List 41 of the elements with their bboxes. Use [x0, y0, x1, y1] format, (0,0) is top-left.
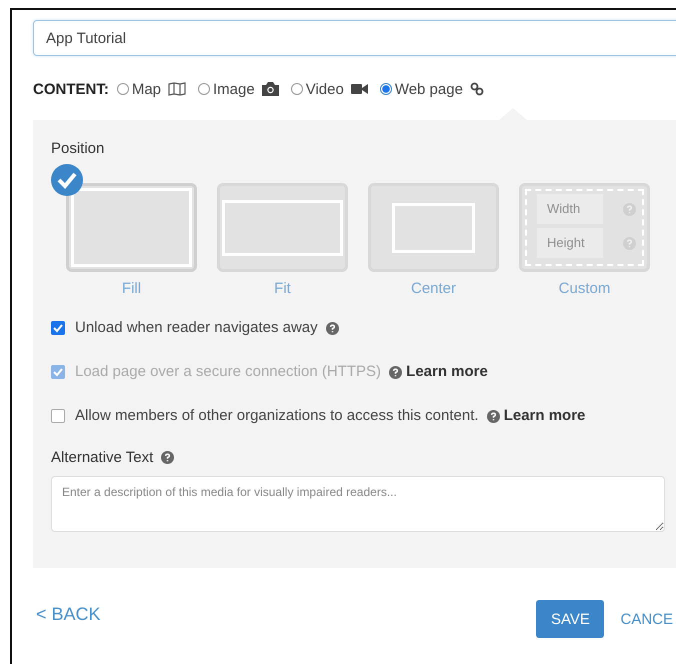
radio-button[interactable] [290, 83, 303, 95]
position-tile[interactable] [368, 183, 499, 272]
content-type-option[interactable]: Web page [380, 80, 484, 98]
selected-check-icon [50, 163, 84, 197]
position-tile[interactable]: Width Height [519, 183, 650, 272]
back-link[interactable]: < BACK [36, 604, 101, 624]
help-icon[interactable] [161, 451, 174, 464]
alt-text-label: Alternative Text [51, 449, 154, 466]
radio-button[interactable] [116, 83, 129, 95]
alt-text-field[interactable]: Enter a description of this media for visually impaired readers... [51, 476, 665, 532]
position-label-text[interactable]: Custom [558, 280, 610, 297]
radio-button[interactable] [198, 83, 210, 95]
map-icon [168, 82, 186, 96]
checkbox[interactable] [51, 321, 65, 335]
video-camera-icon [350, 83, 368, 95]
cancel-link[interactable]: CANCE [620, 610, 673, 628]
option-text: Load page over a secure connection (HTTPS) Learn more [75, 362, 489, 382]
link-icon [470, 82, 484, 96]
option-text: Unload when reader navigates away [75, 315, 595, 341]
radio-button[interactable] [380, 83, 392, 95]
position-label-text[interactable]: Fill [122, 280, 142, 297]
height-field[interactable]: Height [537, 228, 603, 258]
position-label: Position [51, 140, 106, 157]
help-icon[interactable] [486, 410, 500, 423]
position-label-text[interactable]: Center [410, 280, 456, 297]
help-icon[interactable] [326, 322, 339, 335]
title-field[interactable]: App Tutorial [33, 20, 676, 56]
checkbox[interactable] [51, 409, 65, 423]
camera-icon [262, 82, 279, 96]
position-tile[interactable] [66, 183, 197, 272]
content-type-option[interactable]: Map [116, 80, 186, 98]
help-icon[interactable] [389, 366, 402, 379]
learn-more-link[interactable]: Learn more [504, 407, 586, 424]
position-tile[interactable] [217, 183, 348, 272]
save-button[interactable]: SAVE [536, 600, 604, 638]
width-field[interactable]: Width [537, 194, 603, 224]
position-label-text[interactable]: Fit [274, 280, 291, 297]
content-label: CONTENT: [33, 80, 109, 98]
content-type-option[interactable]: Image [198, 80, 279, 98]
option-text: Allow members of other organizations to access this content. Learn more [75, 406, 586, 426]
content-type-option[interactable]: Video [290, 80, 368, 98]
